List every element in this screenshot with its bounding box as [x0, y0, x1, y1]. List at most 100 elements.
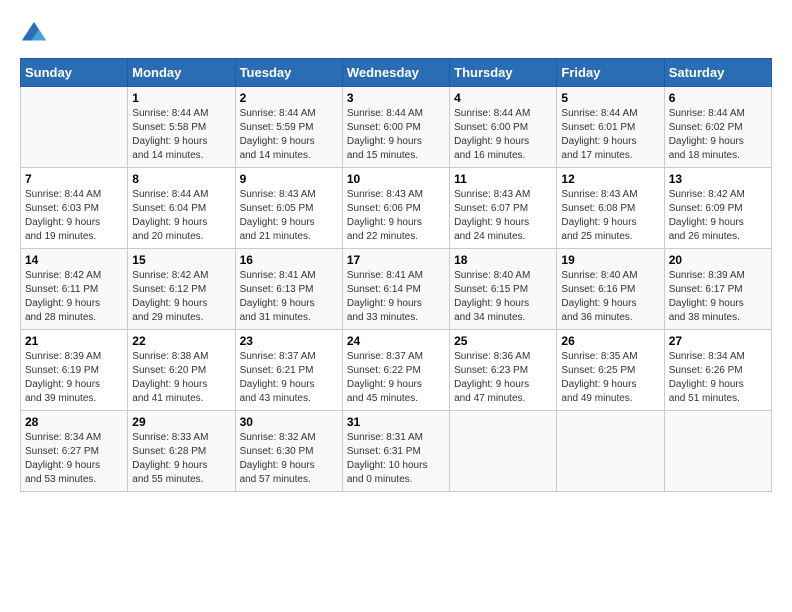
calendar-cell: 22 Sunrise: 8:38 AM Sunset: 6:20 PM Dayli…	[128, 330, 235, 411]
calendar-cell: 10 Sunrise: 8:43 AM Sunset: 6:06 PM Dayli…	[342, 168, 449, 249]
calendar-week-row: 14 Sunrise: 8:42 AM Sunset: 6:11 PM Dayli…	[21, 249, 772, 330]
calendar-cell: 13 Sunrise: 8:42 AM Sunset: 6:09 PM Dayli…	[664, 168, 771, 249]
day-number: 2	[240, 91, 338, 105]
day-info: Sunrise: 8:43 AM Sunset: 6:07 PM Dayligh…	[454, 188, 552, 244]
day-number: 14	[25, 253, 123, 267]
calendar-week-row: 21 Sunrise: 8:39 AM Sunset: 6:19 PM Dayli…	[21, 330, 772, 411]
day-info: Sunrise: 8:31 AM Sunset: 6:31 PM Dayligh…	[347, 431, 445, 487]
day-info: Sunrise: 8:38 AM Sunset: 6:20 PM Dayligh…	[132, 350, 230, 406]
day-info: Sunrise: 8:43 AM Sunset: 6:06 PM Dayligh…	[347, 188, 445, 244]
calendar-cell: 3 Sunrise: 8:44 AM Sunset: 6:00 PM Daylig…	[342, 87, 449, 168]
calendar-cell: 30 Sunrise: 8:32 AM Sunset: 6:30 PM Dayli…	[235, 411, 342, 492]
calendar-cell: 27 Sunrise: 8:34 AM Sunset: 6:26 PM Dayli…	[664, 330, 771, 411]
calendar-cell: 28 Sunrise: 8:34 AM Sunset: 6:27 PM Dayli…	[21, 411, 128, 492]
calendar-cell: 2Sunrise: 8:44 AM Sunset: 5:59 PM Daylig…	[235, 87, 342, 168]
calendar-cell: 23Sunrise: 8:37 AM Sunset: 6:21 PM Dayli…	[235, 330, 342, 411]
day-number: 16	[240, 253, 338, 267]
day-number: 12	[561, 172, 659, 186]
calendar-cell: 24 Sunrise: 8:37 AM Sunset: 6:22 PM Dayli…	[342, 330, 449, 411]
calendar-cell: 4 Sunrise: 8:44 AM Sunset: 6:00 PM Daylig…	[450, 87, 557, 168]
calendar-cell: 14 Sunrise: 8:42 AM Sunset: 6:11 PM Dayli…	[21, 249, 128, 330]
day-number: 1	[132, 91, 230, 105]
calendar-cell	[21, 87, 128, 168]
calendar-cell	[557, 411, 664, 492]
day-number: 21	[25, 334, 123, 348]
calendar-week-row: 28 Sunrise: 8:34 AM Sunset: 6:27 PM Dayli…	[21, 411, 772, 492]
day-number: 17	[347, 253, 445, 267]
day-number: 3	[347, 91, 445, 105]
day-number: 24	[347, 334, 445, 348]
day-number: 23	[240, 334, 338, 348]
day-info: Sunrise: 8:43 AM Sunset: 6:08 PM Dayligh…	[561, 188, 659, 244]
calendar-cell: 5Sunrise: 8:44 AM Sunset: 6:01 PM Daylig…	[557, 87, 664, 168]
day-number: 29	[132, 415, 230, 429]
day-info: Sunrise: 8:44 AM Sunset: 6:00 PM Dayligh…	[347, 107, 445, 163]
day-info: Sunrise: 8:36 AM Sunset: 6:23 PM Dayligh…	[454, 350, 552, 406]
day-number: 8	[132, 172, 230, 186]
calendar-table: SundayMondayTuesdayWednesdayThursdayFrid…	[20, 58, 772, 492]
calendar-cell: 6 Sunrise: 8:44 AM Sunset: 6:02 PM Daylig…	[664, 87, 771, 168]
day-number: 11	[454, 172, 552, 186]
day-info: Sunrise: 8:35 AM Sunset: 6:25 PM Dayligh…	[561, 350, 659, 406]
day-number: 28	[25, 415, 123, 429]
header-day: Tuesday	[235, 59, 342, 87]
day-number: 10	[347, 172, 445, 186]
day-info: Sunrise: 8:44 AM Sunset: 6:04 PM Dayligh…	[132, 188, 230, 244]
day-number: 13	[669, 172, 767, 186]
day-info: Sunrise: 8:39 AM Sunset: 6:19 PM Dayligh…	[25, 350, 123, 406]
day-info: Sunrise: 8:40 AM Sunset: 6:15 PM Dayligh…	[454, 269, 552, 325]
day-number: 30	[240, 415, 338, 429]
day-number: 7	[25, 172, 123, 186]
day-info: Sunrise: 8:44 AM Sunset: 5:58 PM Dayligh…	[132, 107, 230, 163]
day-info: Sunrise: 8:32 AM Sunset: 6:30 PM Dayligh…	[240, 431, 338, 487]
header-day: Friday	[557, 59, 664, 87]
day-info: Sunrise: 8:44 AM Sunset: 6:02 PM Dayligh…	[669, 107, 767, 163]
calendar-cell	[664, 411, 771, 492]
logo-icon	[20, 20, 48, 48]
day-info: Sunrise: 8:33 AM Sunset: 6:28 PM Dayligh…	[132, 431, 230, 487]
day-info: Sunrise: 8:43 AM Sunset: 6:05 PM Dayligh…	[240, 188, 338, 244]
calendar-cell: 31 Sunrise: 8:31 AM Sunset: 6:31 PM Dayli…	[342, 411, 449, 492]
calendar-cell: 7 Sunrise: 8:44 AM Sunset: 6:03 PM Daylig…	[21, 168, 128, 249]
day-info: Sunrise: 8:42 AM Sunset: 6:09 PM Dayligh…	[669, 188, 767, 244]
day-info: Sunrise: 8:39 AM Sunset: 6:17 PM Dayligh…	[669, 269, 767, 325]
header-day: Wednesday	[342, 59, 449, 87]
calendar-cell: 15Sunrise: 8:42 AM Sunset: 6:12 PM Dayli…	[128, 249, 235, 330]
day-info: Sunrise: 8:42 AM Sunset: 6:11 PM Dayligh…	[25, 269, 123, 325]
calendar-cell: 8 Sunrise: 8:44 AM Sunset: 6:04 PM Daylig…	[128, 168, 235, 249]
calendar-cell: 20 Sunrise: 8:39 AM Sunset: 6:17 PM Dayli…	[664, 249, 771, 330]
day-number: 20	[669, 253, 767, 267]
day-number: 15	[132, 253, 230, 267]
logo	[20, 20, 52, 48]
day-info: Sunrise: 8:41 AM Sunset: 6:13 PM Dayligh…	[240, 269, 338, 325]
header	[20, 20, 772, 48]
day-number: 22	[132, 334, 230, 348]
calendar-cell: 18 Sunrise: 8:40 AM Sunset: 6:15 PM Dayli…	[450, 249, 557, 330]
calendar-cell: 12 Sunrise: 8:43 AM Sunset: 6:08 PM Dayli…	[557, 168, 664, 249]
header-day: Sunday	[21, 59, 128, 87]
day-number: 26	[561, 334, 659, 348]
day-info: Sunrise: 8:44 AM Sunset: 6:00 PM Dayligh…	[454, 107, 552, 163]
calendar-cell: 19 Sunrise: 8:40 AM Sunset: 6:16 PM Dayli…	[557, 249, 664, 330]
header-day: Saturday	[664, 59, 771, 87]
calendar-week-row: 1 Sunrise: 8:44 AM Sunset: 5:58 PM Daylig…	[21, 87, 772, 168]
calendar-cell: 29 Sunrise: 8:33 AM Sunset: 6:28 PM Dayli…	[128, 411, 235, 492]
day-info: Sunrise: 8:44 AM Sunset: 6:01 PM Dayligh…	[561, 107, 659, 163]
day-number: 31	[347, 415, 445, 429]
header-day: Thursday	[450, 59, 557, 87]
day-info: Sunrise: 8:40 AM Sunset: 6:16 PM Dayligh…	[561, 269, 659, 325]
day-number: 18	[454, 253, 552, 267]
day-info: Sunrise: 8:34 AM Sunset: 6:26 PM Dayligh…	[669, 350, 767, 406]
header-row: SundayMondayTuesdayWednesdayThursdayFrid…	[21, 59, 772, 87]
day-number: 4	[454, 91, 552, 105]
day-number: 19	[561, 253, 659, 267]
calendar-cell: 21 Sunrise: 8:39 AM Sunset: 6:19 PM Dayli…	[21, 330, 128, 411]
day-number: 27	[669, 334, 767, 348]
day-info: Sunrise: 8:37 AM Sunset: 6:22 PM Dayligh…	[347, 350, 445, 406]
day-number: 25	[454, 334, 552, 348]
day-info: Sunrise: 8:34 AM Sunset: 6:27 PM Dayligh…	[25, 431, 123, 487]
calendar-cell: 17Sunrise: 8:41 AM Sunset: 6:14 PM Dayli…	[342, 249, 449, 330]
day-number: 6	[669, 91, 767, 105]
calendar-cell	[450, 411, 557, 492]
day-info: Sunrise: 8:44 AM Sunset: 6:03 PM Dayligh…	[25, 188, 123, 244]
